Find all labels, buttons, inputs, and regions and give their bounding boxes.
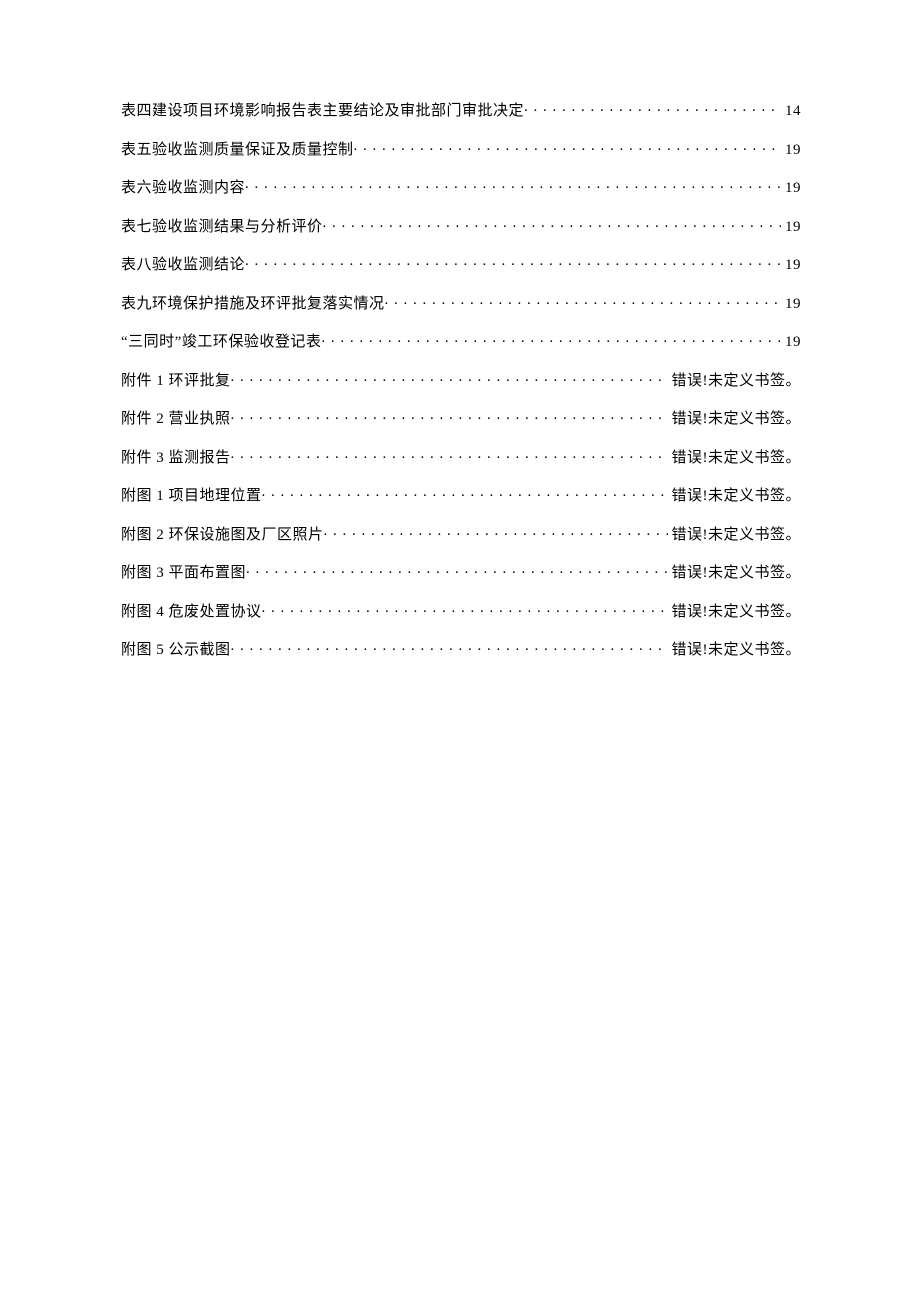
toc-entry: 附件 1 环评批复 错误!未定义书签。 <box>121 370 801 389</box>
toc-leader <box>324 524 668 539</box>
toc-leader <box>231 408 668 423</box>
toc-leader <box>524 100 781 115</box>
toc-title: 附件 3 监测报告 <box>121 451 231 466</box>
toc-page-error: 错误!未定义书签。 <box>668 489 802 504</box>
toc-title: 表四建设项目环境影响报告表主要结论及审批部门审批决定 <box>121 104 524 119</box>
toc-leader <box>262 485 668 500</box>
toc-page-error: 错误!未定义书签。 <box>668 605 802 620</box>
toc-entry: 表四建设项目环境影响报告表主要结论及审批部门审批决定 14 <box>121 100 801 119</box>
toc-leader <box>231 447 668 462</box>
toc-title: 表九环境保护措施及环评批复落实情况 <box>121 297 385 312</box>
toc-page: 19 <box>781 143 801 158</box>
toc-leader <box>321 331 781 346</box>
toc-leader <box>385 293 781 308</box>
toc-entry: 表八验收监测结论 19 <box>121 254 801 273</box>
toc-leader <box>231 639 668 654</box>
toc-entry: 附图 4 危废处置协议 错误!未定义书签。 <box>121 601 801 620</box>
toc-entry: 附图 2 环保设施图及厂区照片 错误!未定义书签。 <box>121 524 801 543</box>
toc-leader <box>245 177 781 192</box>
toc-page: 14 <box>781 104 801 119</box>
toc-page: 19 <box>781 258 801 273</box>
toc-entry: 表九环境保护措施及环评批复落实情况 19 <box>121 293 801 312</box>
toc-page: 19 <box>781 181 801 196</box>
toc-entry: 附件 3 监测报告 错误!未定义书签。 <box>121 447 801 466</box>
toc-page-error: 错误!未定义书签。 <box>668 643 802 658</box>
toc-entry: 附图 5 公示截图 错误!未定义书签。 <box>121 639 801 658</box>
toc-entry: 表五验收监测质量保证及质量控制 19 <box>121 139 801 158</box>
toc-leader <box>245 254 781 269</box>
toc-page: 19 <box>781 220 801 235</box>
toc-title: 表八验收监测结论 <box>121 258 245 273</box>
toc-leader <box>246 562 667 577</box>
toc-page-error: 错误!未定义书签。 <box>668 374 802 389</box>
toc-title: 表五验收监测质量保证及质量控制 <box>121 143 354 158</box>
toc-title: 附图 5 公示截图 <box>121 643 231 658</box>
toc-leader <box>262 601 668 616</box>
toc-entry: “三同时”竣工环保验收登记表 19 <box>121 331 801 350</box>
toc-title: “三同时”竣工环保验收登记表 <box>121 335 321 350</box>
toc-page-error: 错误!未定义书签。 <box>668 451 802 466</box>
toc-leader <box>354 139 781 154</box>
toc-entry: 附图 1 项目地理位置 错误!未定义书签。 <box>121 485 801 504</box>
toc-page: 19 <box>781 297 801 312</box>
toc-title: 表六验收监测内容 <box>121 181 245 196</box>
toc-title: 附件 1 环评批复 <box>121 374 231 389</box>
toc-container: 表四建设项目环境影响报告表主要结论及审批部门审批决定 14 表五验收监测质量保证… <box>121 100 801 678</box>
toc-entry: 附件 2 营业执照 错误!未定义书签。 <box>121 408 801 427</box>
toc-page-error: 错误!未定义书签。 <box>668 412 802 427</box>
toc-title: 附图 2 环保设施图及厂区照片 <box>121 528 324 543</box>
toc-entry: 表六验收监测内容 19 <box>121 177 801 196</box>
toc-title: 表七验收监测结果与分析评价 <box>121 220 323 235</box>
toc-entry: 附图 3 平面布置图 错误!未定义书签。 <box>121 562 801 581</box>
toc-page: 19 <box>781 335 801 350</box>
toc-title: 附件 2 营业执照 <box>121 412 231 427</box>
toc-page-error: 错误!未定义书签。 <box>668 528 802 543</box>
toc-entry: 表七验收监测结果与分析评价 19 <box>121 216 801 235</box>
toc-title: 附图 3 平面布置图 <box>121 566 246 581</box>
toc-leader <box>231 370 668 385</box>
toc-title: 附图 4 危废处置协议 <box>121 605 262 620</box>
toc-page-error: 错误!未定义书签。 <box>668 566 802 581</box>
toc-title: 附图 1 项目地理位置 <box>121 489 262 504</box>
toc-leader <box>323 216 781 231</box>
